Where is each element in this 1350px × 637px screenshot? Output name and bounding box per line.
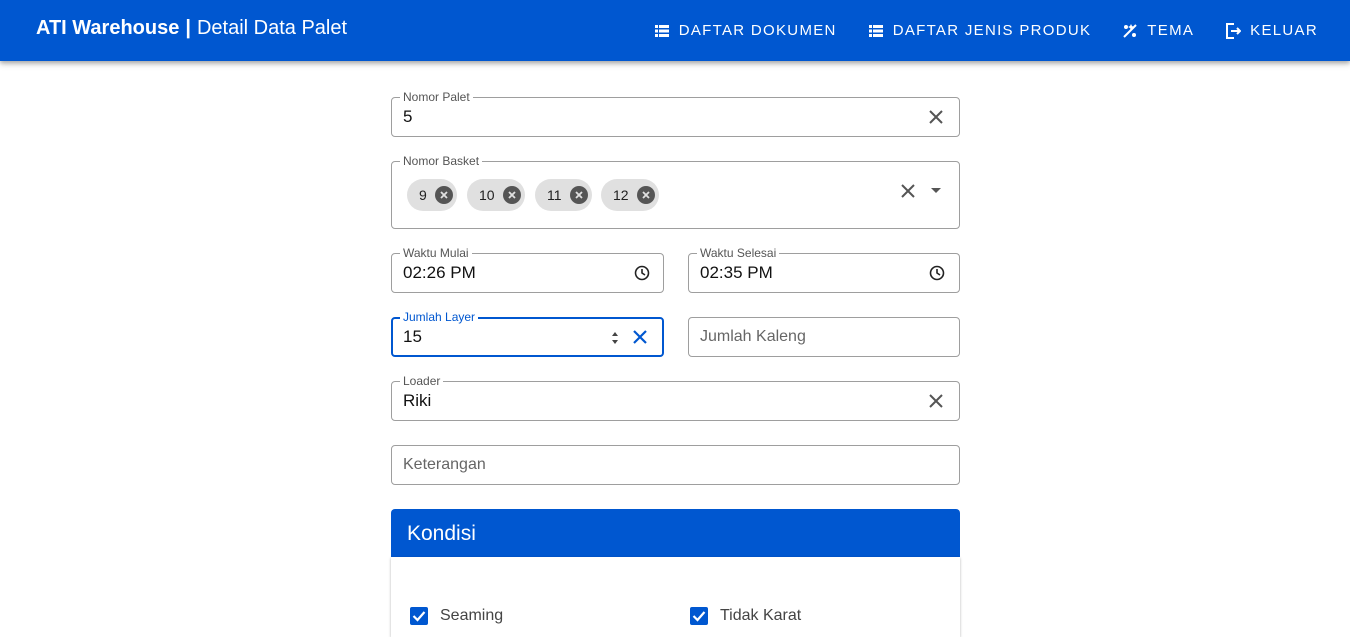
nav-daftar-jenis-produk-button[interactable]: DAFTAR JENIS PRODUK (855, 13, 1104, 49)
nav-keluar-button[interactable]: KELUAR (1212, 13, 1330, 49)
nav-daftar-dokumen-button[interactable]: DAFTAR DOKUMEN (641, 13, 849, 49)
tidak-karat-checkbox[interactable]: Tidak Karat (690, 607, 801, 625)
loader-field[interactable]: Loader Riki (391, 374, 960, 421)
title-separator: | (185, 17, 191, 39)
nav-daftar-jenis-produk-label: DAFTAR JENIS PRODUK (892, 22, 1092, 39)
checkbox-checked-icon[interactable] (690, 607, 708, 625)
waktu-mulai-field[interactable]: Waktu Mulai 02:26 PM (391, 246, 664, 293)
nav-keluar-label: KELUAR (1250, 22, 1318, 39)
nomor-palet-label: Nomor Palet (400, 90, 473, 104)
basket-chip-label: 11 (547, 187, 562, 203)
basket-chip-label: 10 (479, 187, 495, 203)
keterangan-field[interactable]: Keterangan (391, 445, 960, 485)
waktu-mulai-value[interactable]: 02:26 PM (403, 263, 476, 283)
logout-icon (1224, 22, 1242, 40)
nav-tema-label: TEMA (1147, 22, 1195, 39)
nomor-basket-field[interactable]: Nomor Basket 9 10 11 12 (391, 154, 960, 229)
jumlah-layer-label: Jumlah Layer (400, 310, 479, 324)
waktu-mulai-label: Waktu Mulai (400, 246, 472, 260)
page-title: Detail Data Palet (196, 17, 348, 39)
loader-label: Loader (400, 374, 444, 388)
basket-chip-label: 12 (613, 187, 629, 203)
chip-remove-icon[interactable] (434, 186, 453, 204)
dropdown-arrow-icon[interactable] (924, 179, 948, 203)
brand-name: ATI Warehouse (36, 17, 180, 39)
jumlah-layer-value[interactable]: 15 (403, 327, 422, 347)
jumlah-layer-field[interactable]: Jumlah Layer 15 (391, 310, 664, 357)
nav-tema-button[interactable]: TEMA (1109, 13, 1206, 49)
clear-icon[interactable] (628, 325, 652, 349)
basket-chip[interactable]: 11 (535, 179, 592, 211)
clear-icon[interactable] (924, 389, 948, 413)
keterangan-placeholder: Keterangan (403, 456, 486, 473)
nav-menu: DAFTAR DOKUMEN DAFTAR JENIS PRODUK TEMA … (635, 0, 1330, 61)
basket-chip[interactable]: 12 (601, 179, 659, 211)
chip-remove-icon[interactable] (636, 186, 655, 204)
list-icon (653, 22, 671, 40)
app-bar: ATI Warehouse | Detail Data Palet DAFTAR D… (0, 0, 1350, 61)
seaming-checkbox[interactable]: Seaming (410, 607, 503, 625)
clock-icon[interactable] (630, 261, 654, 285)
kondisi-title: Kondisi (407, 522, 476, 545)
basket-chip[interactable]: 9 (407, 179, 457, 211)
chip-remove-icon[interactable] (502, 186, 521, 204)
checkbox-checked-icon[interactable] (410, 607, 428, 625)
kondisi-card-body: Seaming Tidak Karat (391, 557, 960, 637)
loader-value[interactable]: Riki (403, 391, 431, 411)
basket-chip-label: 9 (419, 187, 427, 203)
chip-remove-icon[interactable] (569, 186, 588, 204)
nav-daftar-dokumen-label: DAFTAR DOKUMEN (678, 22, 837, 39)
nomor-palet-value[interactable]: 5 (403, 107, 412, 127)
seaming-label: Seaming (440, 607, 504, 624)
waktu-selesai-label: Waktu Selesai (697, 246, 780, 260)
clock-icon[interactable] (925, 261, 949, 285)
number-spinner[interactable] (605, 326, 625, 350)
jumlah-kaleng-field[interactable]: Jumlah Kaleng (688, 317, 960, 357)
nomor-basket-label: Nomor Basket (400, 154, 483, 168)
app-title: ATI Warehouse | Detail Data Palet (36, 17, 347, 40)
theme-icon (1121, 22, 1139, 40)
tidak-karat-label: Tidak Karat (720, 607, 802, 624)
clear-icon[interactable] (924, 105, 948, 129)
basket-chip[interactable]: 10 (467, 179, 525, 211)
kondisi-card-header: Kondisi (391, 509, 960, 557)
list-icon (867, 22, 885, 40)
jumlah-kaleng-placeholder: Jumlah Kaleng (700, 328, 806, 345)
clear-icon[interactable] (896, 179, 920, 203)
waktu-selesai-value[interactable]: 02:35 PM (700, 263, 773, 283)
waktu-selesai-field[interactable]: Waktu Selesai 02:35 PM (688, 246, 960, 293)
nomor-palet-field[interactable]: Nomor Palet 5 (391, 90, 960, 137)
